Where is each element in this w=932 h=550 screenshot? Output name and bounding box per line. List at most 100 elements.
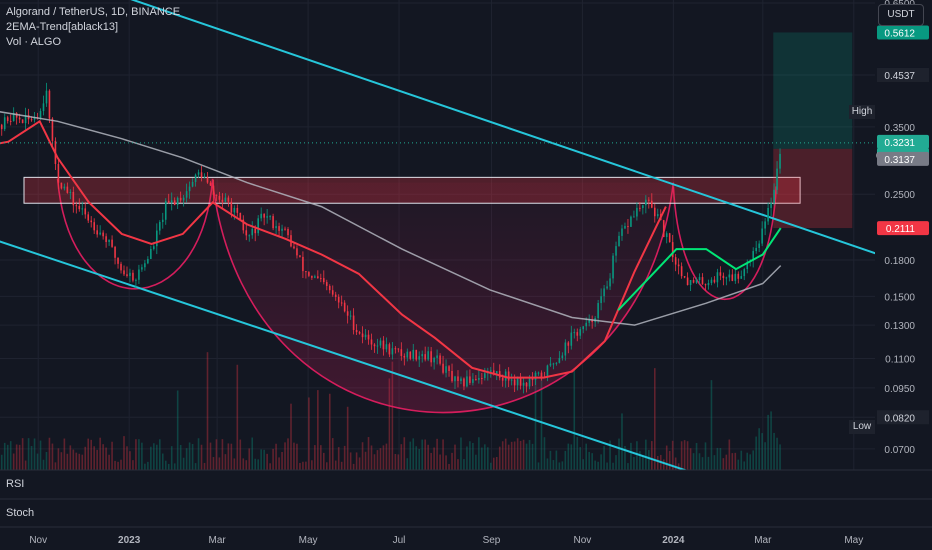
indicator-title[interactable]: 2EMA-Trend[ablack13] [6,20,180,35]
candle-body [266,216,268,218]
candle-body [158,222,161,231]
volume-bar [400,444,403,470]
candle-body [481,377,483,379]
volume-bar [746,452,749,470]
volume-bar [230,443,233,470]
candle-body [233,207,236,213]
candle-body [320,278,322,280]
volume-bar [361,442,364,470]
price-chart[interactable]: 0.65000.35000.25000.18000.15000.13000.11… [0,0,932,550]
volume-bar [30,445,33,470]
candle-body [358,332,361,334]
volume-bar [725,454,728,470]
candle-body [317,276,319,279]
volume-bar [537,462,540,470]
volume-bar [385,443,388,470]
candle-body [39,111,42,119]
volume-bar [767,414,769,470]
candle-body [698,277,701,281]
candle-body [463,378,465,387]
volume-bar [176,390,179,470]
volume-bar [48,437,51,470]
candle-body [656,214,659,217]
candle-body [767,207,769,222]
candle-body [293,246,295,249]
candle-body [299,255,301,257]
rsi-pane-label[interactable]: RSI [6,478,24,490]
volume-bar [612,462,614,470]
candle-body [445,366,447,373]
volume-bar [579,447,582,470]
volume-bar [719,448,722,470]
volume-bar [99,437,101,470]
stoch-pane-label[interactable]: Stoch [6,507,34,519]
price-tick-label: 0.1500 [884,292,915,303]
candle-body [397,348,400,350]
volume-bar [81,454,84,470]
volume-bar [120,459,122,470]
candle-body [692,280,695,283]
volume-bar [272,448,274,470]
candle-body [755,247,757,252]
candle-body [615,246,617,256]
volume-bar [695,442,698,470]
volume-bar [24,460,27,470]
candle-body [376,345,379,347]
volume-bar [334,460,337,470]
volume-bar [266,453,268,470]
candle-body [528,378,531,387]
candle-body [245,230,248,236]
volume-bar [278,457,280,470]
volume-bar [54,462,57,470]
price-badge: 0.2111 [886,224,916,235]
candle-body [451,371,453,382]
volume-bar [779,444,781,470]
volume-bar [221,439,224,470]
volume-bar [123,436,125,470]
candle-body [260,213,262,219]
candle-body [519,378,522,386]
volume-bar [185,448,188,470]
candle-body [75,205,78,207]
target-zone [773,32,853,149]
volume-bar [322,452,325,470]
volume-bar [755,436,757,470]
candle-body [373,344,376,347]
candle-body [308,272,310,276]
candle-body [722,275,725,279]
candle-body [251,228,254,236]
candle-body [188,186,191,192]
candle-body [773,189,775,203]
volume-bar [129,451,131,470]
volume-bar [642,456,644,470]
volume-bar [206,352,209,470]
candle-body [579,329,582,336]
volume-bar [144,463,146,470]
candle-body [281,228,283,231]
candle-body [433,357,435,363]
candle-body [469,376,471,383]
volume-bar [111,441,113,470]
candle-body [132,272,134,281]
candle-body [743,269,746,277]
volume-title[interactable]: Vol · ALGO [6,35,180,50]
symbol-title[interactable]: Algorand / TetherUS, 1D, BINANCE [6,5,180,20]
volume-bar [710,380,713,470]
currency-button[interactable]: USDT [878,4,924,26]
candle-body [3,117,6,130]
volume-bar [698,453,701,470]
candle-body [731,274,734,281]
volume-bar [150,446,152,470]
indicator-panes [0,469,932,528]
volume-bar [84,446,87,470]
candle-body [701,277,704,285]
candle-body [618,235,620,247]
volume-bar [260,449,262,470]
volume-bar [108,454,110,470]
candle-body [200,172,203,178]
volume-bar [197,438,200,470]
volume-bar [615,455,617,470]
candle-body [221,199,224,202]
candle-body [597,303,599,319]
candle-body [636,207,638,217]
